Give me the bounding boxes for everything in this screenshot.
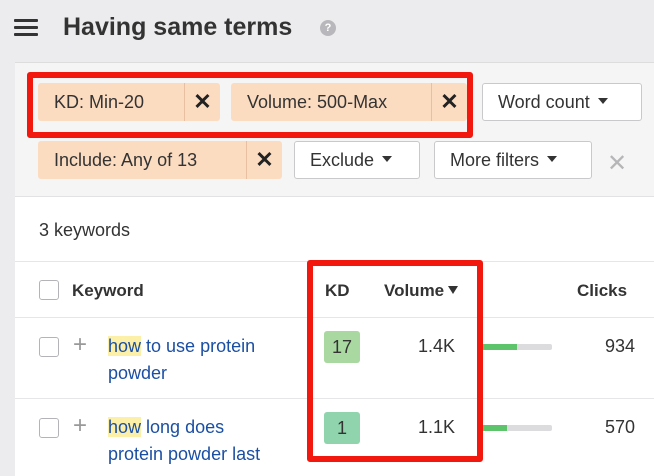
filter-chip-label: KD: Min-20 [54, 92, 145, 112]
remove-filter-icon[interactable]: ✕ [246, 141, 282, 179]
volume-bar-fill [482, 344, 517, 350]
volume-value: 1.1K [417, 417, 455, 437]
column-keyword[interactable]: Keyword [72, 281, 144, 301]
keyword-count: 3 keywords [39, 220, 131, 240]
keyword-text: long does [141, 417, 225, 437]
help-icon[interactable]: ? [320, 20, 336, 36]
keyword-link[interactable]: how to use protein powder [108, 333, 298, 387]
more-filters-label: More filters [450, 150, 540, 170]
kd-badge: 17 [324, 331, 360, 363]
chevron-down-icon [597, 98, 608, 105]
remove-filter-icon[interactable]: ✕ [184, 83, 220, 121]
table-row: + how to use protein powder 17 1.4K 934 [15, 319, 654, 399]
table-row: + how long does protein powder last 1 1.1… [15, 400, 654, 476]
volume-value: 1.4K [417, 336, 455, 356]
page-header: Having same terms ? [0, 0, 654, 62]
remove-filter-icon[interactable]: ✕ [431, 83, 467, 121]
page-title: Having same terms [63, 13, 293, 41]
exclude-dropdown[interactable]: Exclude [294, 141, 420, 179]
add-keyword-icon[interactable]: + [73, 331, 87, 359]
filter-chip-volume[interactable]: Volume: 500-Max ✕ [231, 83, 467, 121]
column-kd[interactable]: KD [325, 281, 350, 301]
column-clicks[interactable]: Clicks [577, 281, 627, 301]
menu-icon[interactable] [14, 19, 38, 37]
word-count-dropdown[interactable]: Word count [482, 83, 642, 121]
filter-bar: KD: Min-20 ✕ Volume: 500-Max ✕ Word coun… [15, 63, 654, 197]
select-all-checkbox[interactable] [39, 280, 59, 300]
volume-bar [482, 425, 552, 431]
column-volume-label: Volume [384, 281, 445, 300]
chevron-down-icon [382, 156, 393, 163]
filter-chip-label: Volume: 500-Max [247, 92, 388, 112]
volume-bar [482, 344, 552, 350]
clicks-value: 934 [604, 336, 635, 356]
word-count-label: Word count [498, 92, 590, 112]
filter-chip-include[interactable]: Include: Any of 13 ✕ [38, 141, 282, 179]
filter-chip-kd[interactable]: KD: Min-20 ✕ [38, 83, 220, 121]
volume-bar-fill [482, 425, 507, 431]
keyword-text-line2: protein powder last [108, 444, 261, 464]
table-header: Keyword KD Volume Clicks [15, 263, 654, 318]
column-volume[interactable]: Volume [384, 281, 459, 301]
row-checkbox[interactable] [39, 418, 59, 438]
row-checkbox[interactable] [39, 337, 59, 357]
keyword-text-line2: powder [108, 363, 168, 383]
keyword-link[interactable]: how long does protein powder last [108, 414, 298, 468]
keywords-panel: KD: Min-20 ✕ Volume: 500-Max ✕ Word coun… [15, 62, 654, 476]
keyword-text: to use protein [141, 336, 256, 356]
keyword-highlight: how [108, 336, 142, 356]
chevron-down-icon [547, 156, 558, 163]
clicks-value: 570 [604, 417, 635, 437]
results-summary: 3 keywords [15, 198, 654, 262]
sort-desc-icon [448, 285, 459, 294]
filter-chip-label: Include: Any of 13 [54, 150, 198, 170]
kd-badge: 1 [324, 412, 360, 444]
exclude-label: Exclude [310, 150, 375, 170]
more-filters-dropdown[interactable]: More filters [434, 141, 592, 179]
clear-filters-icon[interactable]: ✕ [607, 149, 627, 178]
keyword-highlight: how [108, 417, 142, 437]
add-keyword-icon[interactable]: + [73, 412, 87, 440]
